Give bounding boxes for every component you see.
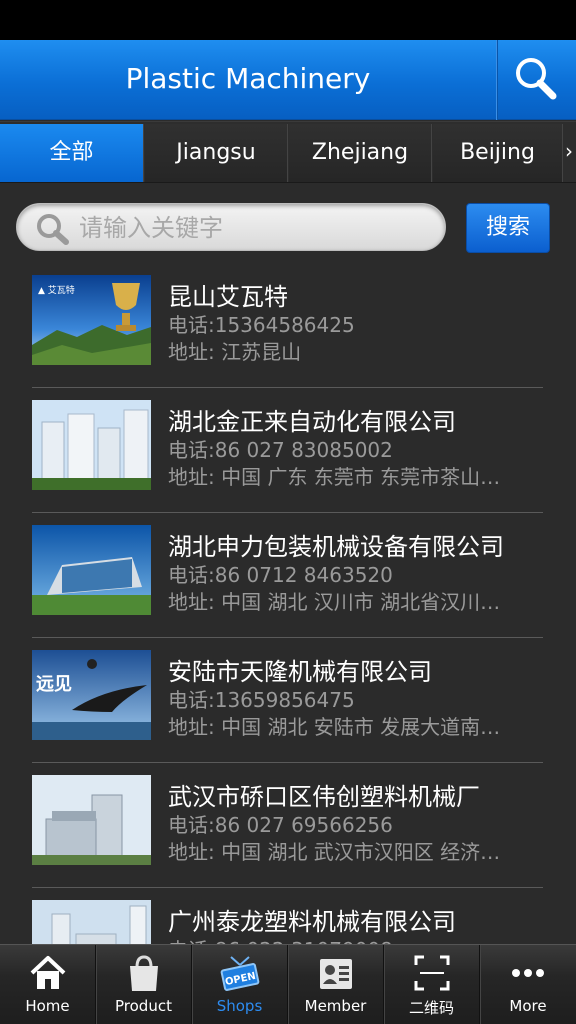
list-item[interactable]: 广州泰龙塑料机械有限公司 电话:86 022 31079008 bbox=[32, 888, 543, 944]
company-phone: 电话:86 0712 8463520 bbox=[168, 563, 393, 587]
tab-jiangsu[interactable]: Jiangsu bbox=[145, 124, 288, 182]
search-submit-button[interactable]: 搜索 bbox=[466, 203, 550, 253]
region-tabs: ‹ 全部 Jiangsu Zhejiang Beijing › bbox=[0, 121, 576, 183]
company-name: 昆山艾瓦特 bbox=[168, 283, 288, 311]
company-name: 广州泰龙塑料机械有限公司 bbox=[168, 908, 456, 936]
nav-home[interactable]: Home bbox=[0, 945, 96, 1024]
company-address: 地址: 江苏昆山 bbox=[168, 340, 302, 364]
search-box bbox=[16, 203, 446, 251]
company-thumbnail: ▲ 艾瓦特 bbox=[32, 275, 151, 365]
svg-text:▲ 艾瓦特: ▲ 艾瓦特 bbox=[38, 284, 75, 296]
page-title: Plastic Machinery bbox=[125, 62, 371, 95]
app-header: Plastic Machinery bbox=[0, 40, 576, 120]
company-name: 湖北金正来自动化有限公司 bbox=[168, 408, 456, 436]
company-phone: 电话:86 022 31079008 bbox=[168, 934, 393, 944]
company-thumbnail bbox=[32, 525, 151, 615]
nav-product[interactable]: Product bbox=[96, 945, 192, 1024]
status-bar bbox=[0, 0, 576, 40]
nav-label: Product bbox=[115, 997, 172, 1015]
home-icon bbox=[30, 956, 65, 989]
company-name: 武汉市硚口区伟创塑料机械厂 bbox=[168, 783, 480, 811]
tabs-right-arrow-icon[interactable]: › bbox=[562, 122, 576, 184]
company-phone: 电话:13659856475 bbox=[168, 688, 355, 712]
bottom-nav: Home Product OPEN Shops Member 二维码 More bbox=[0, 944, 576, 1024]
company-address: 地址: 中国 湖北 安陆市 发展大道南… bbox=[168, 715, 501, 739]
search-icon bbox=[516, 58, 557, 100]
company-phone: 电话:15364586425 bbox=[168, 313, 355, 337]
nav-qrcode[interactable]: 二维码 bbox=[384, 945, 480, 1024]
more-dots-icon bbox=[512, 969, 544, 977]
member-card-icon bbox=[319, 959, 352, 989]
company-thumbnail bbox=[32, 400, 151, 490]
list-item[interactable]: 武汉市硚口区伟创塑料机械厂 电话:86 027 69566256 地址: 中国 … bbox=[32, 763, 543, 888]
header-search-button[interactable] bbox=[496, 40, 576, 120]
company-thumbnail: 远见 bbox=[32, 650, 151, 740]
list-item[interactable]: 湖北申力包装机械设备有限公司 电话:86 0712 8463520 地址: 中国… bbox=[32, 513, 543, 638]
company-address: 地址: 中国 广东 东莞市 东莞市茶山… bbox=[168, 465, 501, 489]
company-name: 湖北申力包装机械设备有限公司 bbox=[168, 533, 504, 561]
list-item[interactable]: ▲ 艾瓦特 昆山艾瓦特 电话:15364586425 地址: 江苏昆山 bbox=[32, 263, 543, 388]
nav-label: More bbox=[509, 997, 547, 1015]
search-input[interactable] bbox=[79, 210, 429, 246]
tab-zhejiang[interactable]: Zhejiang bbox=[289, 124, 432, 182]
company-thumbnail bbox=[32, 775, 151, 865]
open-sign-icon: OPEN bbox=[220, 956, 259, 991]
company-phone: 电话:86 027 69566256 bbox=[168, 813, 393, 837]
list-item[interactable]: 远见 安陆市天隆机械有限公司 电话:13659856475 地址: 中国 湖北 … bbox=[32, 638, 543, 763]
nav-shops[interactable]: OPEN Shops bbox=[192, 945, 288, 1024]
list-item[interactable]: 湖北金正来自动化有限公司 电话:86 027 83085002 地址: 中国 广… bbox=[32, 388, 543, 513]
nav-label: 二维码 bbox=[408, 999, 454, 1017]
company-address: 地址: 中国 湖北 武汉市汉阳区 经济… bbox=[168, 840, 501, 864]
svg-text:远见: 远见 bbox=[36, 674, 72, 695]
search-icon bbox=[37, 214, 69, 245]
company-phone: 电话:86 027 83085002 bbox=[168, 438, 393, 462]
qr-scan-icon bbox=[414, 955, 449, 991]
nav-label: Home bbox=[25, 997, 70, 1015]
tab-beijing[interactable]: Beijing bbox=[433, 124, 563, 182]
nav-label: Member bbox=[304, 997, 367, 1015]
nav-member[interactable]: Member bbox=[288, 945, 384, 1024]
nav-label: Shops bbox=[216, 997, 263, 1015]
company-address: 地址: 中国 湖北 汉川市 湖北省汉川… bbox=[168, 590, 501, 614]
company-list: ▲ 艾瓦特 昆山艾瓦特 电话:15364586425 地址: 江苏昆山 湖北金正… bbox=[0, 263, 576, 944]
search-row: 搜索 bbox=[0, 183, 576, 263]
tab-all[interactable]: 全部 bbox=[0, 124, 144, 182]
company-name: 安陆市天隆机械有限公司 bbox=[168, 658, 432, 686]
nav-more[interactable]: More bbox=[480, 945, 576, 1024]
shopping-bag-icon bbox=[129, 955, 158, 991]
company-thumbnail bbox=[32, 900, 151, 944]
